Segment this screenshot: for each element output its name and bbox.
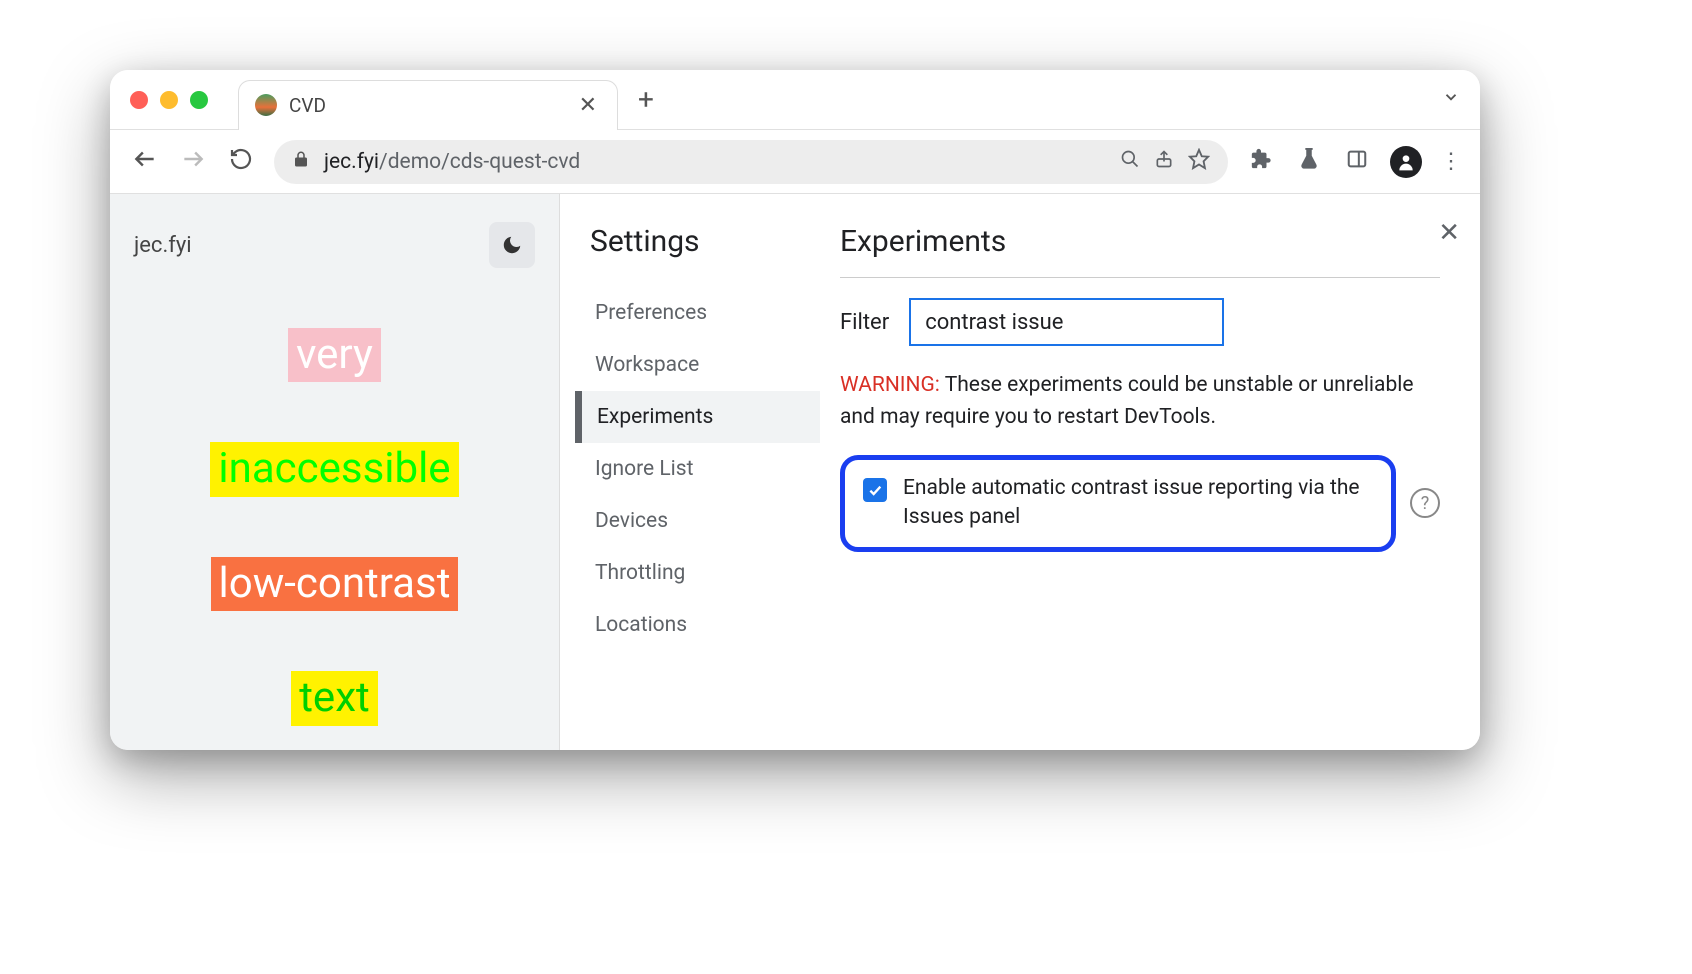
site-title: jec.fyi — [134, 233, 192, 258]
minimize-window-button[interactable] — [160, 91, 178, 109]
browser-window: CVD ✕ + jec.fyi/demo/cds-quest-cvd — [110, 70, 1480, 750]
moon-icon — [501, 234, 523, 256]
help-icon[interactable]: ? — [1410, 488, 1440, 518]
window-controls — [130, 91, 208, 109]
demo-word-1: very — [288, 328, 381, 382]
demo-words: very inaccessible low-contrast text — [210, 328, 458, 726]
experiments-heading: Experiments — [840, 224, 1440, 278]
toolbar: jec.fyi/demo/cds-quest-cvd ⋮ — [110, 130, 1480, 194]
nav-ignore-list[interactable]: Ignore List — [575, 443, 820, 495]
experiment-label: Enable automatic contrast issue reportin… — [903, 474, 1373, 533]
address-bar[interactable]: jec.fyi/demo/cds-quest-cvd — [274, 140, 1228, 184]
share-icon[interactable] — [1154, 149, 1174, 174]
demo-word-4: text — [291, 671, 378, 725]
chrome-menu-icon[interactable]: ⋮ — [1440, 149, 1460, 174]
filter-row: Filter — [840, 298, 1440, 346]
extensions-icon[interactable] — [1246, 148, 1276, 176]
favicon-icon — [255, 94, 277, 116]
close-window-button[interactable] — [130, 91, 148, 109]
demo-word-3: low-contrast — [211, 557, 459, 611]
nav-devices[interactable]: Devices — [575, 495, 820, 547]
nav-experiments[interactable]: Experiments — [575, 391, 820, 443]
warning-text: WARNING: These experiments could be unst… — [840, 370, 1440, 433]
close-settings-icon[interactable]: ✕ — [1438, 218, 1460, 248]
settings-main: Experiments Filter WARNING: These experi… — [820, 194, 1480, 750]
experiment-item-contrast[interactable]: Enable automatic contrast issue reportin… — [840, 455, 1396, 552]
labs-icon[interactable] — [1294, 148, 1324, 176]
reload-button[interactable] — [226, 147, 256, 177]
warning-prefix: WARNING: — [840, 373, 940, 397]
demo-word-2: inaccessible — [210, 442, 458, 496]
bookmark-star-icon[interactable] — [1188, 148, 1210, 175]
filter-label: Filter — [840, 310, 889, 335]
experiment-checkbox[interactable] — [863, 478, 887, 502]
nav-workspace[interactable]: Workspace — [575, 339, 820, 391]
lock-icon[interactable] — [292, 150, 310, 173]
filter-input[interactable] — [909, 298, 1224, 346]
settings-heading: Settings — [590, 224, 820, 259]
tab-title: CVD — [289, 94, 567, 117]
profile-avatar[interactable] — [1390, 146, 1422, 178]
dark-mode-toggle[interactable] — [489, 222, 535, 268]
nav-locations[interactable]: Locations — [575, 599, 820, 651]
check-icon — [867, 482, 883, 498]
forward-button[interactable] — [178, 146, 208, 178]
content-area: jec.fyi very inaccessible low-contrast t… — [110, 194, 1480, 750]
page-viewport: jec.fyi very inaccessible low-contrast t… — [110, 194, 560, 750]
close-tab-icon[interactable]: ✕ — [579, 93, 597, 118]
settings-nav: Preferences Workspace Experiments Ignore… — [590, 287, 820, 651]
titlebar: CVD ✕ + — [110, 70, 1480, 130]
browser-tab[interactable]: CVD ✕ — [238, 80, 618, 130]
page-header: jec.fyi — [134, 222, 535, 268]
settings-sidebar: Settings Preferences Workspace Experimen… — [560, 194, 820, 750]
zoom-icon[interactable] — [1120, 149, 1140, 174]
experiment-row: Enable automatic contrast issue reportin… — [840, 455, 1440, 552]
tab-list-chevron-icon[interactable] — [1442, 88, 1460, 111]
back-button[interactable] — [130, 146, 160, 178]
nav-preferences[interactable]: Preferences — [575, 287, 820, 339]
side-panel-icon[interactable] — [1342, 148, 1372, 176]
url-text: jec.fyi/demo/cds-quest-cvd — [324, 150, 1106, 174]
nav-throttling[interactable]: Throttling — [575, 547, 820, 599]
devtools-settings-panel: ✕ Settings Preferences Workspace Experim… — [560, 194, 1480, 750]
new-tab-button[interactable]: + — [638, 83, 654, 116]
maximize-window-button[interactable] — [190, 91, 208, 109]
